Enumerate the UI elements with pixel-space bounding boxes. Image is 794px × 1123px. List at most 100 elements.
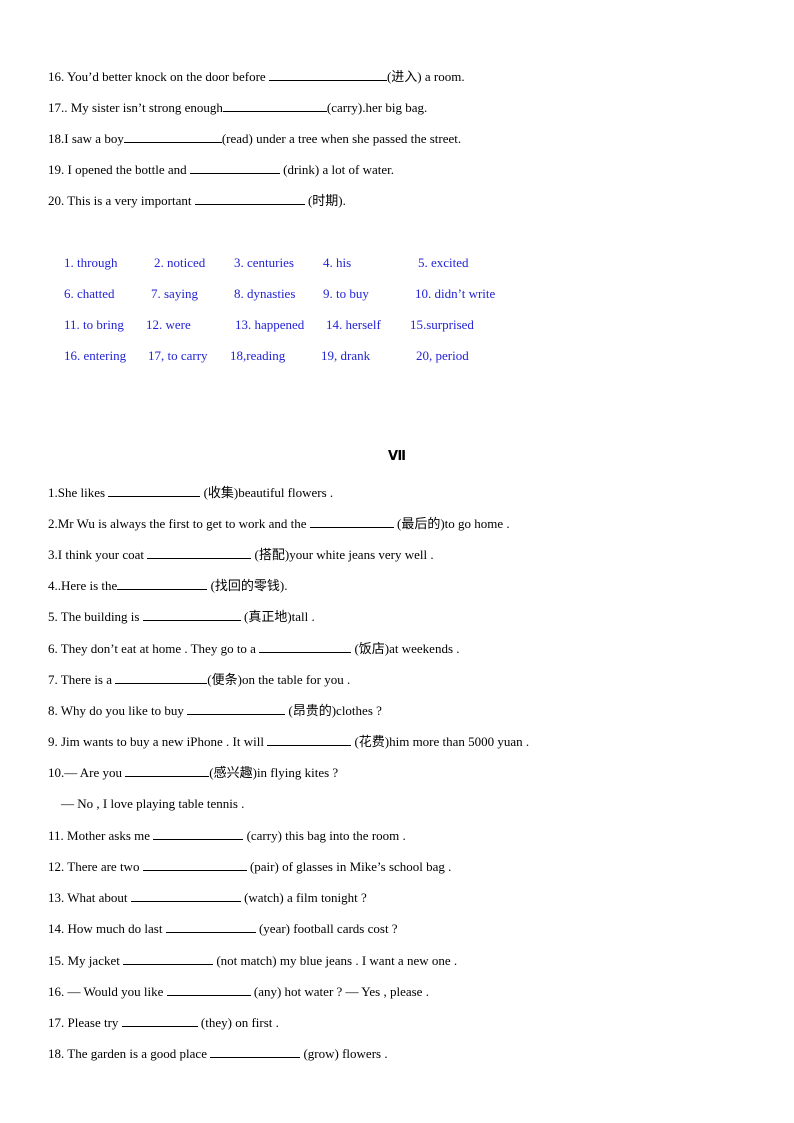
exercise-item: 16. — Would you like (any) hot water ? —…: [48, 983, 429, 1000]
exercise-text: 16. — Would you like: [48, 984, 167, 999]
exercise-hint: (any) hot water ? — Yes , please .: [250, 984, 429, 999]
answer-blank[interactable]: [123, 130, 222, 143]
answer-key-item: 17, to carry: [148, 348, 208, 363]
exercise-item: 8. Why do you like to buy (昂贵的)clothes ?: [48, 702, 382, 719]
exercise-item: 6. They don’t eat at home . They go to a…: [48, 640, 460, 657]
exercise-hint: (carry) this bag into the room .: [243, 828, 406, 843]
exercise-text: 12. There are two: [48, 859, 143, 874]
exercise-item: 14. How much do last (year) football car…: [48, 920, 398, 937]
exercise-text: — No , I love playing table tennis .: [48, 796, 245, 811]
worksheet-page: 16. You’d better knock on the door befor…: [0, 0, 794, 1123]
exercise-hint: (carry).her big bag.: [326, 100, 428, 115]
answer-blank[interactable]: [166, 983, 251, 996]
exercise-item: 4..Here is the (找回的零钱).: [48, 577, 287, 594]
exercise-hint: (花费)him more than 5000 yuan .: [351, 734, 530, 749]
answer-key-item: 2. noticed: [154, 255, 206, 270]
exercise-text: 18.I saw a boy: [48, 131, 124, 146]
answer-blank[interactable]: [222, 99, 327, 112]
exercise-hint: (便条)on the table for you .: [207, 672, 351, 687]
exercise-text: 13. What about: [48, 890, 131, 905]
exercise-hint: (pair) of glasses in Mike’s school bag .: [246, 859, 452, 874]
exercise-text: 17. Please try: [48, 1015, 122, 1030]
exercise-text: 11. Mother asks me: [48, 828, 154, 843]
exercise-hint: (year) football cards cost ?: [255, 921, 398, 936]
exercise-item: 12. There are two (pair) of glasses in M…: [48, 858, 451, 875]
answer-blank[interactable]: [117, 577, 208, 590]
answer-key-item: 15.surprised: [410, 317, 474, 332]
exercise-hint: (最后的)to go home .: [393, 516, 510, 531]
exercise-text: 19. I opened the bottle and: [48, 162, 190, 177]
exercise-item: 5. The building is (真正地)tall .: [48, 608, 315, 625]
answer-key-item: 4. his: [323, 255, 352, 270]
exercise-hint: (read) under a tree when she passed the …: [221, 131, 462, 146]
answer-blank[interactable]: [165, 920, 256, 933]
answer-key-item: 13. happened: [235, 317, 305, 332]
answer-blank[interactable]: [142, 858, 247, 871]
answer-blank[interactable]: [153, 827, 244, 840]
answer-key-item: 16. entering: [64, 348, 127, 363]
exercise-item: 9. Jim wants to buy a new iPhone . It wi…: [48, 733, 529, 750]
answer-blank[interactable]: [123, 952, 214, 965]
answer-key-item: 19, drank: [321, 348, 371, 363]
exercise-item: 18.I saw a boy (read) under a tree when s…: [48, 130, 461, 147]
exercise-text: 8. Why do you like to buy: [48, 703, 188, 718]
answer-key-item: 8. dynasties: [234, 286, 296, 301]
answer-blank[interactable]: [121, 1014, 198, 1027]
exercise-hint: (饭店)at weekends .: [351, 641, 460, 656]
exercise-item: — No , I love playing table tennis .: [48, 796, 244, 812]
answer-blank[interactable]: [142, 608, 241, 621]
exercise-text: 1.She likes: [48, 485, 109, 500]
exercise-item: 1.She likes (收集)beautiful flowers .: [48, 484, 333, 501]
exercise-text: 7. There is a: [48, 672, 116, 687]
answer-key-item: 11. to bring: [64, 317, 124, 332]
answer-blank[interactable]: [147, 546, 252, 559]
exercise-hint: (搭配)your white jeans very well .: [251, 547, 434, 562]
answer-key-item: 6. chatted: [64, 286, 115, 301]
exercise-hint: (找回的零钱).: [207, 578, 288, 593]
answer-blank[interactable]: [130, 889, 241, 902]
exercise-text: 2.Mr Wu is always the first to get to wo…: [48, 516, 310, 531]
exercise-item: 20. This is a very important (时期).: [48, 192, 346, 209]
exercise-item: 13. What about (watch) a film tonight ?: [48, 889, 367, 906]
answer-key-item: 5. excited: [418, 255, 469, 270]
exercise-item: 2.Mr Wu is always the first to get to wo…: [48, 515, 510, 532]
exercise-text: 10.— Are you: [48, 765, 126, 780]
exercise-hint: (时期).: [304, 193, 346, 208]
exercise-item: 3.I think your coat (搭配)your white jeans…: [48, 546, 434, 563]
exercise-hint: (they) on first .: [197, 1015, 279, 1030]
exercise-text: 9. Jim wants to buy a new iPhone . It wi…: [48, 734, 268, 749]
answer-key-item: 1. through: [64, 255, 118, 270]
exercise-item: 7. There is a (便条)on the table for you .: [48, 671, 350, 688]
exercise-hint: (真正地)tall .: [240, 609, 315, 624]
answer-blank[interactable]: [194, 192, 305, 205]
exercise-hint: (drink) a lot of water.: [279, 162, 394, 177]
exercise-text: 14. How much do last: [48, 921, 166, 936]
answer-key-item: 3. centuries: [234, 255, 294, 270]
exercise-hint: (收集)beautiful flowers .: [200, 485, 334, 500]
answer-blank[interactable]: [309, 515, 394, 528]
answer-key-item: 12. were: [146, 317, 191, 332]
exercise-item: 11. Mother asks me (carry) this bag into…: [48, 827, 406, 844]
exercise-hint: (感兴趣)in flying kites ?: [209, 765, 339, 780]
answer-blank[interactable]: [115, 671, 208, 684]
answer-blank[interactable]: [189, 161, 280, 174]
exercise-text: 20. This is a very important: [48, 193, 195, 208]
answer-blank[interactable]: [259, 640, 352, 653]
exercise-text: 5. The building is: [48, 609, 143, 624]
answer-blank[interactable]: [187, 702, 286, 715]
exercise-text: 3.I think your coat: [48, 547, 148, 562]
exercise-item: 10.— Are you (感兴趣)in flying kites ?: [48, 764, 338, 781]
answer-blank[interactable]: [268, 68, 387, 81]
answer-blank[interactable]: [108, 484, 201, 497]
answer-key-item: 20, period: [416, 348, 469, 363]
answer-key-item: 7. saying: [151, 286, 198, 301]
answer-blank[interactable]: [210, 1045, 301, 1058]
exercise-item: 15. My jacket (not match) my blue jeans …: [48, 952, 457, 969]
answer-blank[interactable]: [267, 733, 352, 746]
exercise-item: 19. I opened the bottle and (drink) a lo…: [48, 161, 394, 178]
exercise-item: 16. You’d better knock on the door befor…: [48, 68, 465, 85]
exercise-item: 17.. My sister isn’t strong enough (carry…: [48, 99, 427, 116]
exercise-hint: (watch) a film tonight ?: [240, 890, 367, 905]
exercise-hint: (进入) a room.: [386, 69, 465, 84]
answer-blank[interactable]: [125, 764, 210, 777]
